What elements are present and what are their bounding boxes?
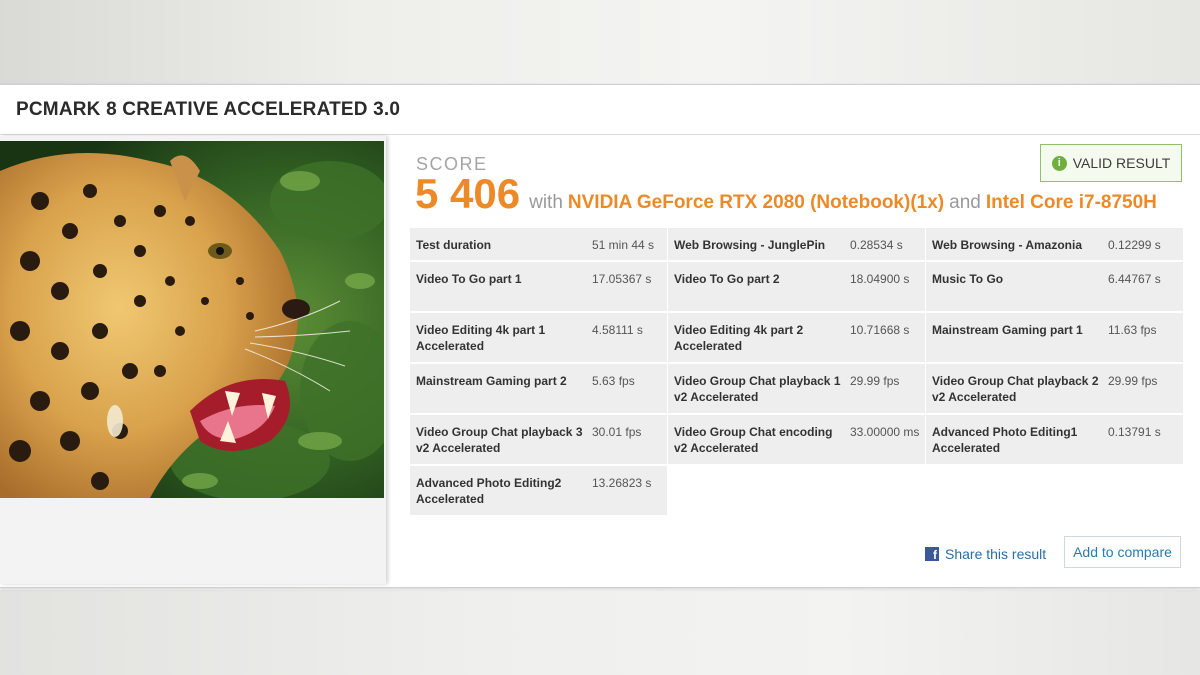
- result-value: 4.58111 s: [592, 323, 643, 337]
- leopard-image: [0, 141, 384, 498]
- test-image-panel: [0, 136, 386, 584]
- result-name: Music To Go: [932, 272, 1004, 286]
- result-cell: Test duration 51 min 44 s: [410, 228, 667, 262]
- result-name: Test duration: [416, 238, 492, 252]
- info-icon: i: [1051, 155, 1067, 171]
- result-name: Web Browsing - Amazonia: [932, 238, 1083, 252]
- background-bottom: [0, 590, 1200, 675]
- result-value: 18.04900 s: [850, 272, 910, 286]
- result-cell: Mainstream Gaming part 2 5.63 fps: [410, 364, 667, 415]
- result-value: 11.63 fps: [1108, 323, 1157, 337]
- score-and-text: and: [949, 192, 981, 213]
- result-name: Mainstream Gaming part 1: [932, 323, 1083, 337]
- leopard-illustration: [0, 141, 384, 498]
- result-name: Video Group Chat playback 1 v2 Accelerat…: [674, 374, 841, 404]
- result-name: Mainstream Gaming part 2: [416, 374, 567, 388]
- result-value: 30.01 fps: [592, 425, 642, 439]
- result-value: 6.44767 s: [1108, 272, 1161, 286]
- result-value: 29.99 fps: [1108, 374, 1158, 388]
- result-cell: Video Group Chat playback 1 v2 Accelerat…: [668, 364, 925, 415]
- result-cell: Video Group Chat playback 2 v2 Accelerat…: [926, 364, 1183, 415]
- result-cell: Web Browsing - Amazonia 0.12299 s: [926, 228, 1183, 262]
- result-cell: Video To Go part 1 17.05367 s: [410, 262, 667, 313]
- score-with-text: with: [529, 192, 563, 213]
- result-name: Video Editing 4k part 1 Accelerated: [416, 323, 546, 353]
- result-name: Video Group Chat encoding v2 Accelerated: [674, 425, 833, 455]
- result-value: 13.26823 s: [592, 476, 652, 490]
- result-cell: Web Browsing - JunglePin 0.28534 s: [668, 228, 925, 262]
- result-cell: Mainstream Gaming part 1 11.63 fps: [926, 313, 1183, 364]
- result-value: 33.00000 ms: [850, 425, 920, 439]
- results-table: Test duration 51 min 44 s Web Browsing -…: [410, 228, 1184, 517]
- result-name: Video Editing 4k part 2 Accelerated: [674, 323, 804, 353]
- result-cell: Advanced Photo Editing1 Accelerated 0.13…: [926, 415, 1183, 466]
- share-label: Share this result: [945, 546, 1047, 562]
- valid-result-badge[interactable]: i VALID RESULT: [1040, 144, 1182, 182]
- result-value: 0.13791 s: [1108, 425, 1161, 439]
- result-cell: Advanced Photo Editing2 Accelerated 13.2…: [410, 466, 667, 517]
- result-cell: Video Group Chat playback 3 v2 Accelerat…: [410, 415, 667, 466]
- result-name: Web Browsing - JunglePin: [674, 238, 826, 252]
- result-value: 29.99 fps: [850, 374, 900, 388]
- result-name: Video To Go part 2: [674, 272, 780, 286]
- result-name: Video Group Chat playback 3 v2 Accelerat…: [416, 425, 583, 455]
- card-header: PCMARK 8 CREATIVE ACCELERATED 3.0: [0, 85, 1200, 135]
- result-name: Video To Go part 1: [416, 272, 522, 286]
- result-value: 51 min 44 s: [592, 238, 655, 252]
- result-cell: Music To Go 6.44767 s: [926, 262, 1183, 313]
- result-value: 5.63 fps: [592, 374, 635, 388]
- result-value: 0.12299 s: [1108, 238, 1161, 252]
- gpu-link[interactable]: NVIDIA GeForce RTX 2080 (Notebook)(1x): [568, 192, 944, 214]
- result-cell: Video Editing 4k part 2 Accelerated 10.7…: [668, 313, 925, 364]
- result-name: Advanced Photo Editing1 Accelerated: [932, 425, 1078, 455]
- add-to-compare-button[interactable]: Add to compare: [1064, 536, 1181, 568]
- result-value: 0.28534 s: [850, 238, 903, 252]
- score-value: 5 406: [415, 170, 521, 217]
- background-top: [0, 0, 1200, 84]
- page-title: PCMARK 8 CREATIVE ACCELERATED 3.0: [16, 98, 401, 120]
- result-panel: SCORE 5 406 with NVIDIA GeForce RTX 2080…: [410, 136, 1190, 584]
- share-result-link[interactable]: f Share this result: [925, 546, 1046, 562]
- valid-result-label: VALID RESULT: [1072, 155, 1171, 171]
- result-name: Video Group Chat playback 2 v2 Accelerat…: [932, 374, 1099, 404]
- result-card: PCMARK 8 CREATIVE ACCELERATED 3.0 SCORE …: [0, 84, 1200, 588]
- result-value: 10.71668 s: [850, 323, 910, 337]
- result-cell: Video To Go part 2 18.04900 s: [668, 262, 925, 313]
- result-value: 17.05367 s: [592, 272, 652, 286]
- result-cell: Video Group Chat encoding v2 Accelerated…: [668, 415, 925, 466]
- cpu-link[interactable]: Intel Core i7-8750H: [986, 192, 1157, 214]
- facebook-icon: f: [925, 547, 939, 561]
- result-name: Advanced Photo Editing2 Accelerated: [416, 476, 562, 506]
- result-cell: Video Editing 4k part 1 Accelerated 4.58…: [410, 313, 667, 364]
